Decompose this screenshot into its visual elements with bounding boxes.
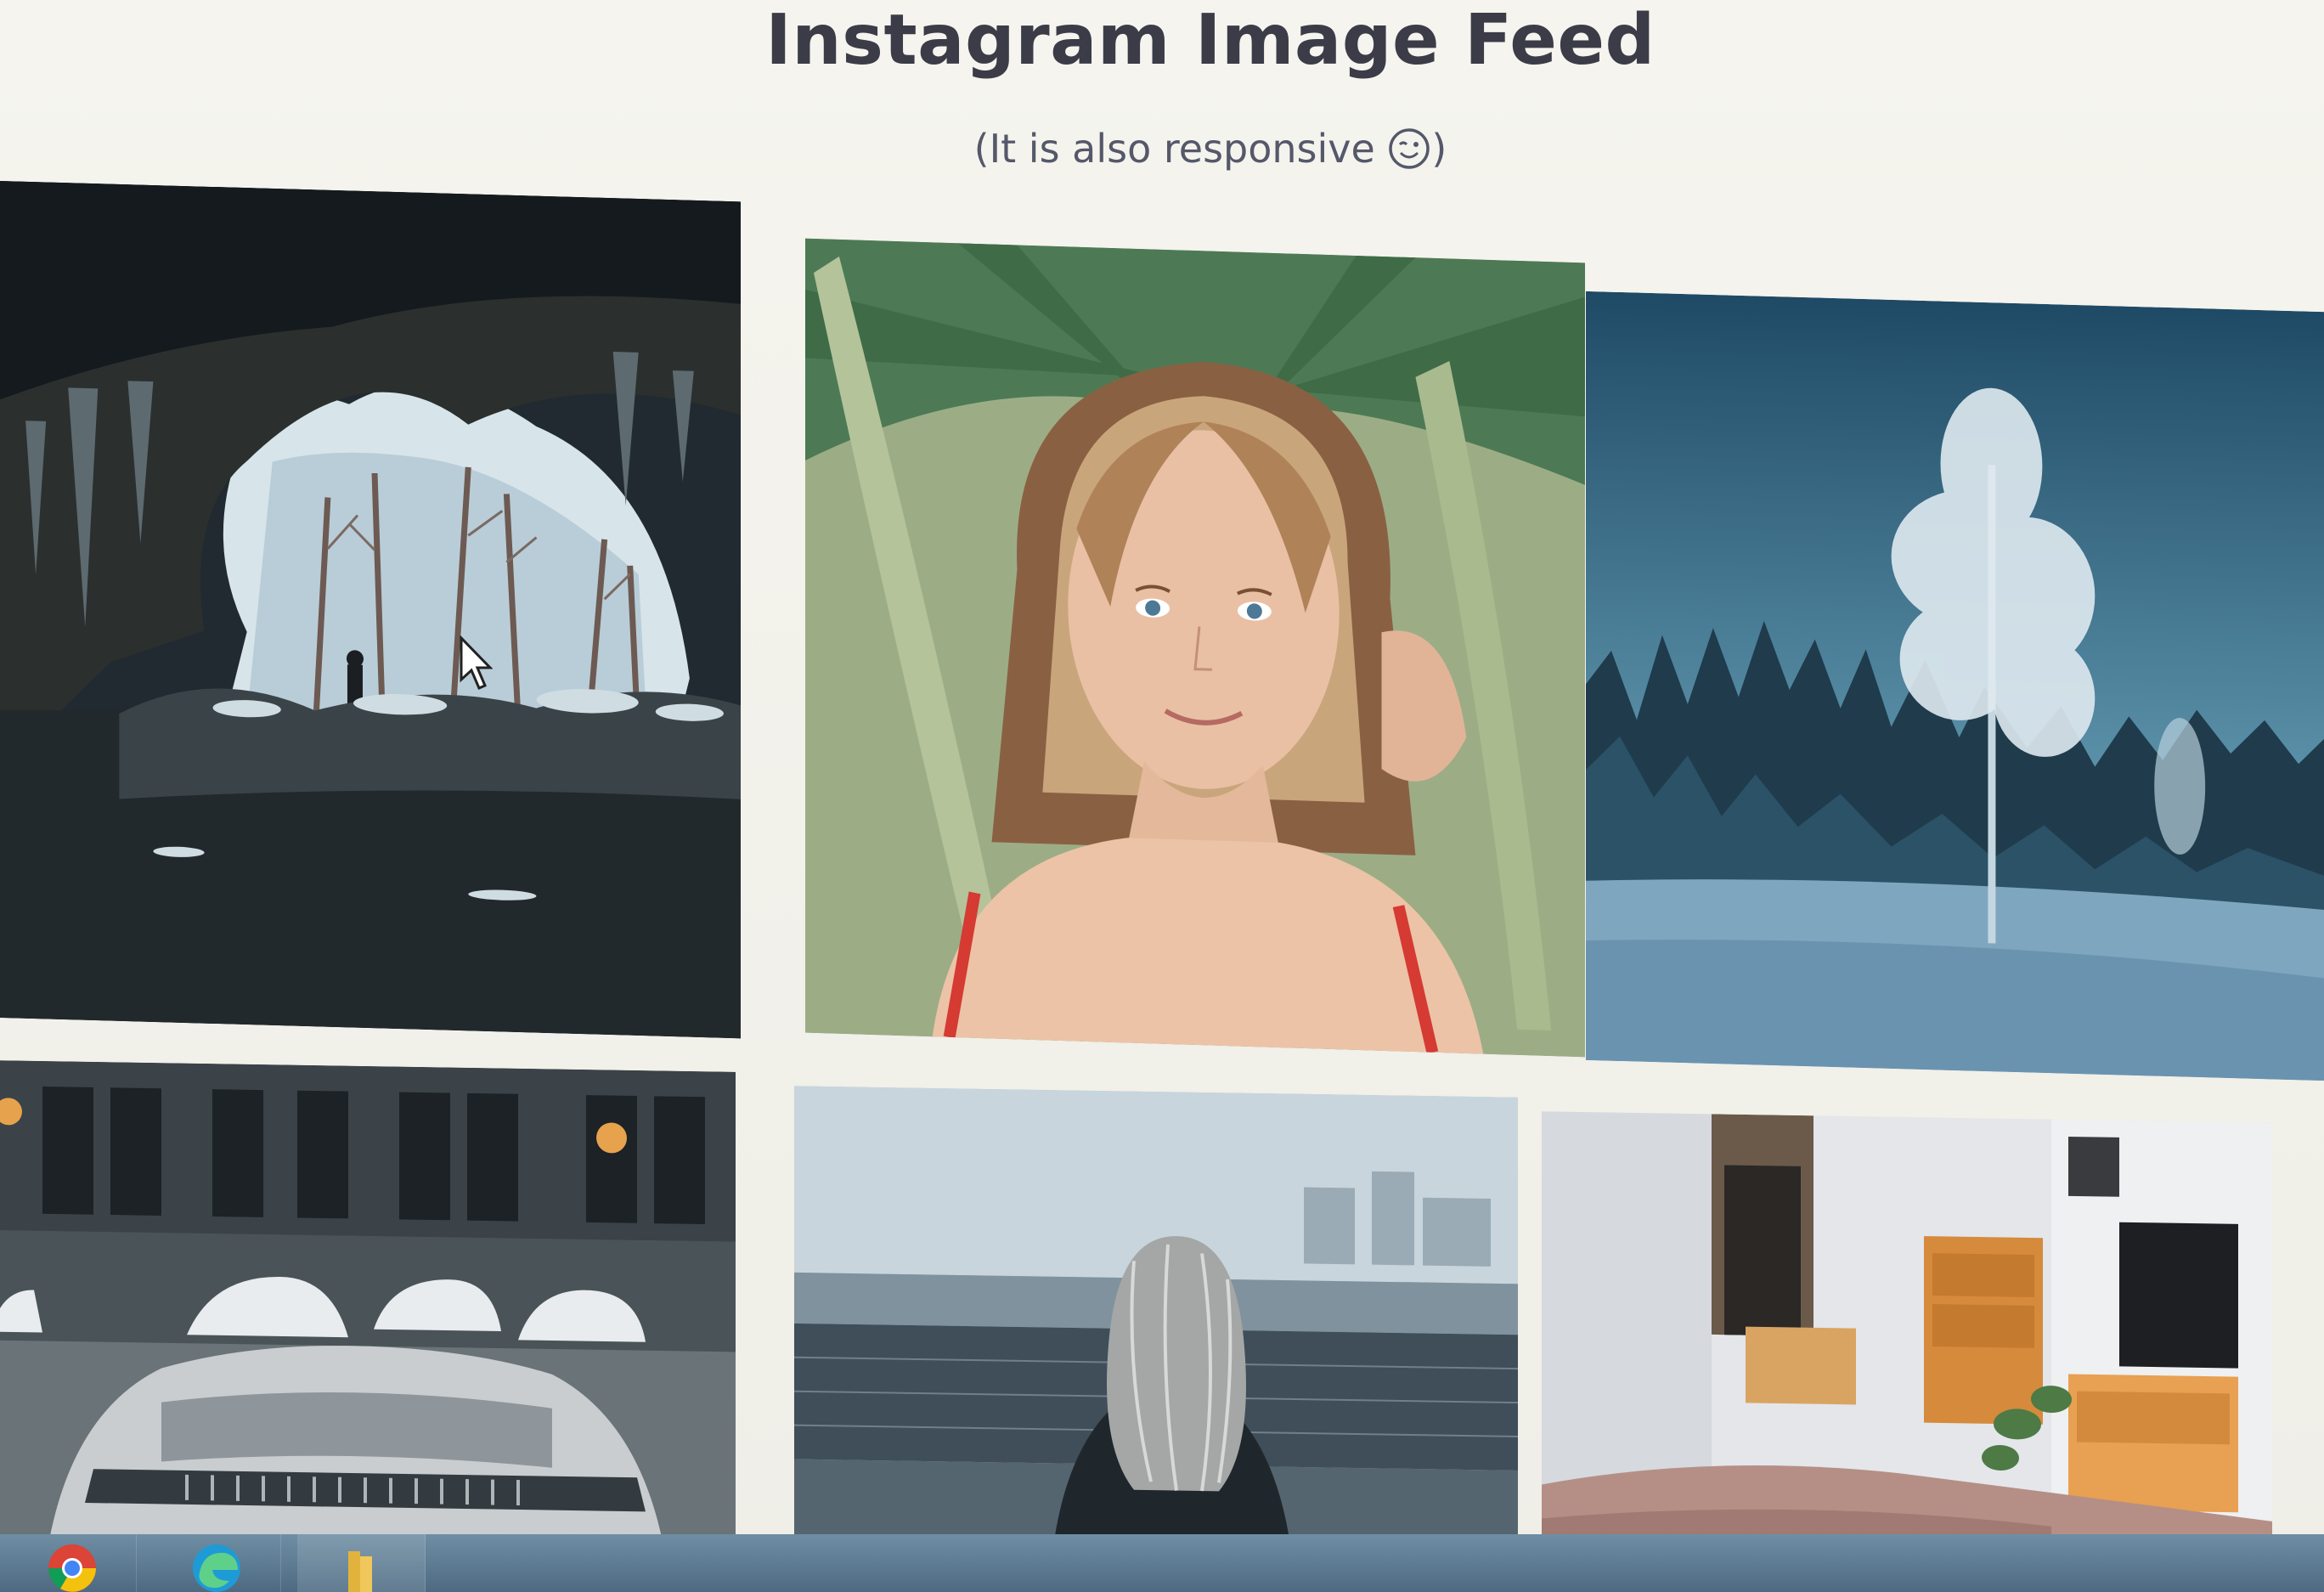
browser-viewport: Instagram Image Feed (It is also respons… — [0, 0, 2324, 1592]
file-explorer-icon — [348, 1551, 372, 1592]
feed-image-portrait-palm[interactable] — [805, 238, 1585, 1058]
taskbar — [0, 1534, 2324, 1592]
taskbar-file-explorer-button[interactable] — [297, 1534, 426, 1592]
feed-image-bedroom[interactable] — [1542, 1111, 2272, 1592]
feed-image-sports-car[interactable] — [0, 1060, 736, 1592]
feed-image-cave[interactable] — [0, 180, 741, 1039]
image-feed-grid — [0, 0, 2324, 1592]
feed-image-winter-tree[interactable] — [1586, 291, 2324, 1081]
chrome-icon — [48, 1544, 96, 1592]
mouse-pointer-icon — [460, 635, 493, 690]
edge-icon — [193, 1544, 240, 1592]
feed-image-misty-harbor[interactable] — [794, 1086, 1518, 1592]
taskbar-chrome-button[interactable] — [8, 1534, 137, 1592]
taskbar-edge-button[interactable] — [153, 1534, 281, 1592]
